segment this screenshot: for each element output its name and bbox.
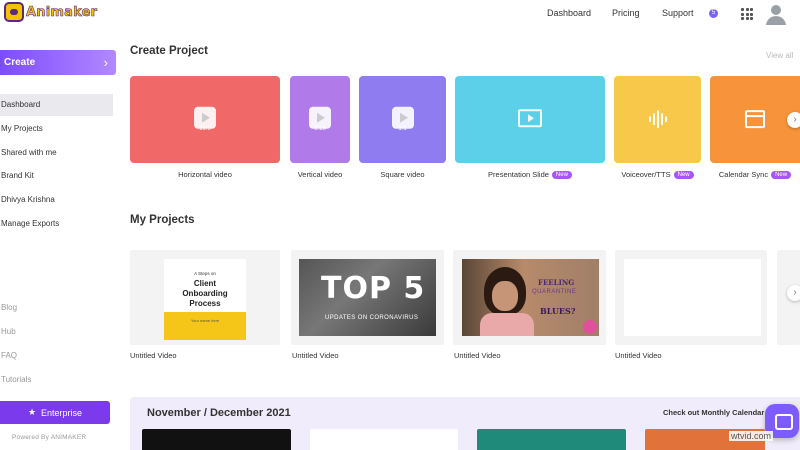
create-scroll-right-button[interactable]: › — [787, 112, 800, 128]
sidebar-item-faq[interactable]: FAQ — [0, 345, 113, 367]
chevron-right-icon: › — [103, 55, 108, 70]
powered-by-text: Powered By ANIMAKER — [12, 434, 87, 441]
logo-text: Animaker — [26, 4, 98, 20]
thumb-title: TOP 5 — [321, 271, 426, 306]
project-card[interactable]: A Steps on Client Onboarding Process You… — [130, 250, 280, 345]
create-project-title: Create Project — [130, 45, 208, 57]
project-title[interactable]: Untitled Video — [292, 351, 339, 360]
square-video-label: Square video — [380, 170, 425, 179]
voiceover-card[interactable] — [614, 76, 701, 163]
thumb-text: QUARANTINE — [532, 289, 577, 295]
calendar-icon — [745, 109, 765, 128]
project-card[interactable]: TOP 5 UPDATES ON CORONAVIRUS — [291, 250, 444, 345]
play-icon — [391, 106, 414, 129]
ratio-label: 1:1 — [398, 126, 407, 133]
presentation-slide-card[interactable] — [455, 76, 605, 163]
notification-badge[interactable]: 5 — [709, 9, 718, 18]
thumb-text: FEELING — [538, 278, 575, 287]
my-projects-title: My Projects — [130, 214, 195, 226]
user-avatar[interactable] — [765, 3, 787, 25]
play-icon — [194, 106, 216, 129]
presentation-slide-label: Presentation Slide New — [455, 170, 605, 179]
vertical-video-card[interactable]: 9:16 — [290, 76, 350, 163]
new-badge: New — [551, 171, 572, 179]
ratio-label: 9:16 — [314, 126, 326, 133]
thumb-small-text: A Steps on — [194, 271, 216, 276]
new-badge: New — [771, 171, 792, 179]
new-badge: New — [673, 171, 694, 179]
calendar-title: November / December 2021 — [147, 407, 291, 419]
sidebar-item-blog[interactable]: Blog — [0, 297, 113, 319]
play-icon — [309, 106, 331, 129]
create-button-label: Create — [4, 57, 36, 68]
nav-dashboard-link[interactable]: Dashboard — [547, 8, 591, 18]
thumb-title: Client Onboarding Process — [182, 279, 228, 308]
sidebar-item-workspace[interactable]: Dhivya Krishna — [0, 189, 113, 211]
thumb-subtitle: Your name here — [190, 318, 220, 323]
square-video-card[interactable]: 1:1 — [359, 76, 446, 163]
project-thumbnail: TOP 5 UPDATES ON CORONAVIRUS — [299, 259, 436, 336]
project-thumbnail: FEELING QUARANTINE BLUES? — [462, 259, 599, 336]
calendar-card[interactable] — [310, 429, 458, 450]
apps-grid-icon[interactable] — [741, 8, 753, 20]
slide-icon — [518, 108, 542, 127]
projects-scroll-right-button[interactable]: › — [787, 285, 800, 301]
enterprise-button[interactable]: ★ Enterprise — [0, 401, 110, 424]
calendar-sync-label: Calendar Sync New — [710, 170, 800, 179]
animaker-logo[interactable]: Animaker — [4, 2, 97, 22]
project-title[interactable]: Untitled Video — [454, 351, 501, 360]
sidebar-item-manage-exports[interactable]: Manage Exports — [0, 213, 113, 235]
project-card[interactable]: FEELING QUARANTINE BLUES? — [453, 250, 606, 345]
calendar-card[interactable] — [142, 429, 291, 450]
sidebar-item-shared[interactable]: Shared with me — [0, 142, 113, 164]
sidebar-item-my-projects[interactable]: My Projects — [0, 118, 113, 140]
sidebar-item-tutorials[interactable]: Tutorials — [0, 369, 113, 391]
project-thumbnail — [624, 259, 761, 336]
project-thumbnail: A Steps on Client Onboarding Process You… — [164, 259, 246, 340]
project-title[interactable]: Untitled Video — [130, 351, 177, 360]
view-all-link[interactable]: View all — [766, 51, 793, 60]
nav-pricing-link[interactable]: Pricing — [612, 8, 640, 18]
top-nav: Animaker Dashboard Pricing Support 5 — [0, 0, 800, 28]
horizontal-video-label: Horizontal video — [178, 170, 232, 179]
ratio-label: 16:9 — [199, 126, 211, 133]
voiceover-label: Voiceover/TTS New — [614, 170, 701, 179]
sidebar-item-dashboard[interactable]: Dashboard — [0, 94, 113, 116]
monthly-calendar-link[interactable]: Check out Monthly Calendar — [663, 408, 764, 417]
sidebar-item-brand-kit[interactable]: Brand Kit — [0, 165, 113, 187]
vertical-video-label: Vertical video — [297, 170, 343, 179]
enterprise-label: Enterprise — [41, 407, 83, 418]
project-title[interactable]: Untitled Video — [615, 351, 662, 360]
logo-icon — [4, 2, 24, 22]
sidebar-item-hub[interactable]: Hub — [0, 321, 113, 343]
star-icon: ★ — [27, 407, 37, 417]
nav-support-link[interactable]: Support — [662, 8, 694, 18]
thumb-title: BLUES? — [540, 306, 576, 316]
horizontal-video-card[interactable]: 16:9 — [130, 76, 280, 163]
thumb-subtitle: UPDATES ON CORONAVIRUS — [325, 315, 419, 321]
create-button[interactable]: Create › — [0, 50, 116, 75]
project-card[interactable] — [615, 250, 767, 345]
calendar-card[interactable] — [477, 429, 626, 450]
audio-wave-icon — [648, 109, 667, 128]
watermark-text: wtvid.com — [729, 431, 774, 441]
